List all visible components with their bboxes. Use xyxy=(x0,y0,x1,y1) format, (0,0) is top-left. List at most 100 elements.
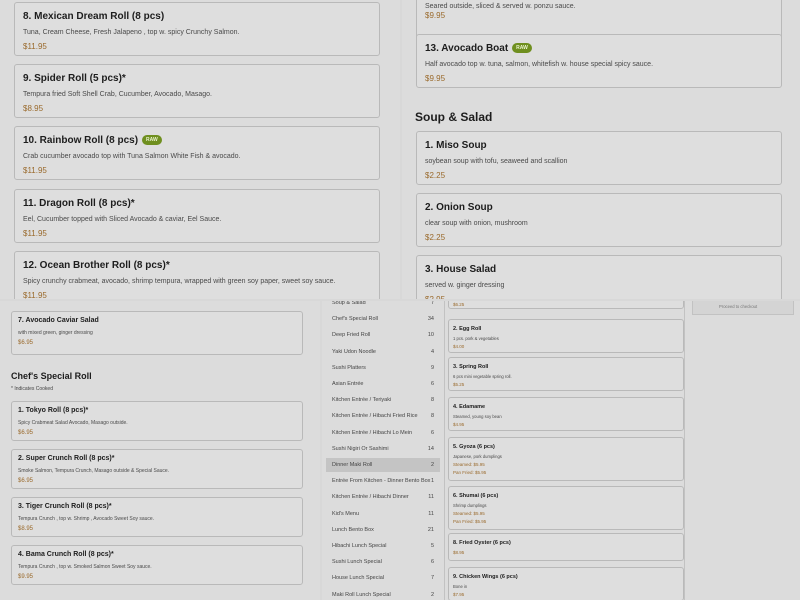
item-name: 9. Spider Roll (5 pcs)* xyxy=(23,73,126,84)
menu-item-card[interactable]: 1. Miso Soup soybean soup with tofu, seaw… xyxy=(416,131,782,185)
category-item[interactable]: Kitchen Entrée / Hibachi Fried Rice 8 xyxy=(326,409,440,423)
menu-item-card[interactable]: 6. Shumai (6 pcs) Shrimp dumplings Steamed… xyxy=(448,486,684,530)
menu-item-card[interactable]: 12. Ocean Brother Roll (8 pcs)* Spicy cru… xyxy=(14,251,380,299)
menu-item-card[interactable]: 10. Rainbow Roll (8 pcs) RAW Crab cucumber… xyxy=(14,126,380,180)
section-note: * Indicates Cooked xyxy=(11,386,53,392)
category-item[interactable]: Kitchen Entrée / Hibachi Dinner 11 xyxy=(326,490,440,504)
category-name: Kitchen Entrée / Hibachi Fried Rice xyxy=(332,413,418,420)
category-item[interactable]: Soup & Salad 7 xyxy=(326,301,440,310)
category-count: 4 xyxy=(430,348,434,355)
menu-item-card[interactable]: 11. Dragon Roll (8 pcs)* Eel, Cucumber to… xyxy=(14,189,380,243)
raw-badge: RAW xyxy=(512,43,532,54)
menu-item-card[interactable]: 3. Spring Roll 6 pcs mini vegetable sprin… xyxy=(448,357,684,391)
menu-item-card[interactable]: 2. Super Crunch Roll (8 pcs)* Smoke Salmo… xyxy=(11,449,303,489)
category-item[interactable]: Deep Fried Roll 10 xyxy=(326,328,440,342)
menu-item-card[interactable]: 13. Avocado Boat RAW Half avocado top w. … xyxy=(416,34,782,88)
item-description: Half avocado top w. tuna, salmon, whitef… xyxy=(425,61,654,68)
item-name: 2. Onion Soup xyxy=(425,202,493,213)
item-name: 12. Ocean Brother Roll (8 pcs)* xyxy=(23,260,170,271)
item-name-text: 8. Mexican Dream Roll (8 pcs) xyxy=(23,11,165,22)
item-name: 1. Miso Soup xyxy=(425,140,487,151)
menu-item-card[interactable]: 7. Avocado Caviar Salad with mixed green… xyxy=(11,311,303,355)
menu-item-card[interactable]: 8. Fried Oyster (6 pcs) $8.95 xyxy=(448,533,684,561)
menu-item-card[interactable]: 5. Gyoza (6 pcs) Japanese, pork dumplings… xyxy=(448,437,684,481)
menu-item-card[interactable]: 2. Egg Roll 1 pcs. pork & vegetables $4.00 xyxy=(448,319,684,353)
menu-item-card[interactable]: 3. Tiger Crunch Roll (8 pcs)* Tempura Cru… xyxy=(11,497,303,537)
category-item[interactable]: Kitchen Entrée / Teriyaki 8 xyxy=(326,393,440,407)
category-item[interactable]: Hibachi Lunch Special 5 xyxy=(326,539,440,553)
item-price: $4.00 xyxy=(453,344,465,349)
bottom-right-panel: Soup & Salad 7 Chef's Special Roll 34 Deep F… xyxy=(322,301,800,600)
item-description: Spicy crunchy crabmeat, avocado, shrimp … xyxy=(23,278,336,285)
category-count: 9 xyxy=(430,364,434,371)
category-item[interactable]: Maki Roll Lunch Special 2 xyxy=(326,588,440,600)
item-description: Tuna, Cream Cheese, Fresh Jalapeno , top… xyxy=(23,29,240,36)
bottom-left-panel: 7. Avocado Caviar Salad with mixed green… xyxy=(0,301,320,600)
category-count: 1 xyxy=(430,478,434,485)
item-description: Eel, Cucumber topped with Sliced Avocado… xyxy=(23,216,222,223)
category-item[interactable]: Sushi Nigiri Or Sashimi 14 xyxy=(326,442,440,456)
menu-item-card[interactable]: 3. House Salad served w. ginger dressing $… xyxy=(416,255,782,299)
item-price: $11.95 xyxy=(23,166,47,175)
divider xyxy=(444,301,445,600)
item-price: $6.95 xyxy=(18,478,34,484)
menu-item-card[interactable]: 2. Onion Soup clear soup with onion, mush… xyxy=(416,193,782,247)
item-description: soybean soup with tofu, seaweed and scal… xyxy=(425,158,568,165)
item-description: Crab cucumber avocado top with Tuna Salm… xyxy=(23,153,241,160)
category-count: 34 xyxy=(427,316,434,323)
item-price: $2.25 xyxy=(425,171,446,180)
item-description: clear soup with onion, mushroom xyxy=(425,220,528,227)
category-name: Yaki Udon Noodle xyxy=(332,348,376,355)
category-name: Deep Fried Roll xyxy=(332,332,371,339)
category-name: Chef's Special Roll xyxy=(332,316,378,323)
category-item[interactable]: Chef's Special Roll 34 xyxy=(326,312,440,326)
item-price: $9.95 xyxy=(425,11,446,20)
item-description: served w. ginger dressing xyxy=(425,282,505,289)
raw-badge: RAW xyxy=(142,135,162,146)
category-name: Lunch Bento Box xyxy=(332,526,374,533)
item-name: 3. Tiger Crunch Roll (8 pcs)* xyxy=(18,503,112,510)
item-name-text: 10. Rainbow Roll (8 pcs) xyxy=(23,135,139,146)
menu-item-card[interactable]: 4. Bama Crunch Roll (8 pcs)* Tempura Crun… xyxy=(11,545,303,585)
category-name: Sushi Nigiri Or Sashimi xyxy=(332,445,389,452)
menu-item-card[interactable]: 9. Spider Roll (5 pcs)* Tempura fried Sof… xyxy=(14,64,380,118)
item-description: Bone in xyxy=(453,584,468,589)
menu-item-card[interactable]: 8. Mexican Dream Roll (8 pcs) Tuna, Cream… xyxy=(14,2,380,56)
checkout-button[interactable]: Proceed to checkout xyxy=(692,301,794,315)
item-name: 10. Rainbow Roll (8 pcs) RAW xyxy=(23,135,162,146)
category-item[interactable]: Kitchen Entrée / Hibachi Lo Mein 6 xyxy=(326,426,440,440)
item-price: Steamed: $5.95 xyxy=(453,511,485,516)
menu-item-card[interactable]: 1. Tokyo Roll (8 pcs)* Spicy Crabmeat Sal… xyxy=(11,401,303,441)
category-item[interactable]: Entrée From Kitchen - Dinner Bento Box 1 xyxy=(326,474,440,488)
item-name: 4. Bama Crunch Roll (8 pcs)* xyxy=(18,551,114,558)
category-name: Hibachi Lunch Special xyxy=(332,543,387,549)
category-item[interactable]: House Lunch Special 7 xyxy=(326,571,440,585)
category-count: 10 xyxy=(427,332,434,339)
category-item[interactable]: Dinner Maki Roll 2 xyxy=(326,458,440,472)
item-price: $6.95 xyxy=(18,430,34,436)
item-name-text: 12. Ocean Brother Roll (8 pcs)* xyxy=(23,260,170,271)
menu-item-card[interactable]: 9. Chicken Wings (6 pcs) Bone in $7.95 xyxy=(448,567,684,600)
category-name: Sushi Lunch Special xyxy=(332,559,382,566)
item-name: 8. Mexican Dream Roll (8 pcs) xyxy=(23,11,164,22)
category-name: Kitchen Entrée / Teriyaki xyxy=(332,397,392,404)
category-item[interactable]: Asian Entrée 6 xyxy=(326,377,440,391)
item-name: 3. House Salad xyxy=(425,264,497,275)
item-price: $11.95 xyxy=(23,229,47,238)
category-count: 7 xyxy=(430,301,434,306)
category-item[interactable]: Sushi Lunch Special 6 xyxy=(326,555,440,569)
menu-item-card[interactable]: $6.25 xyxy=(448,301,684,309)
category-item[interactable]: Kid's Menu 11 xyxy=(326,507,440,521)
category-item[interactable]: Yaki Udon Noodle 4 xyxy=(326,345,440,359)
item-description: Seared outside, sliced & served w. ponzu… xyxy=(425,3,576,10)
item-name: 2. Super Crunch Roll (8 pcs)* xyxy=(18,455,115,462)
top-right-panel: Seared outside, sliced & served w. ponzu… xyxy=(402,0,800,299)
item-name: 13. Avocado Boat RAW xyxy=(425,43,532,54)
category-item[interactable]: Lunch Bento Box 21 xyxy=(326,523,440,537)
item-price: $6.95 xyxy=(18,340,34,346)
menu-item-card[interactable]: 4. Edamame Steamed, young soy bean $4.95 xyxy=(448,397,684,431)
category-name: Entrée From Kitchen - Dinner Bento Box xyxy=(332,478,431,485)
category-count: 2 xyxy=(430,591,434,598)
item-description: Smoke Salmon, Tempura Crunch, Masago out… xyxy=(18,468,170,474)
category-item[interactable]: Sushi Platters 9 xyxy=(326,361,440,375)
